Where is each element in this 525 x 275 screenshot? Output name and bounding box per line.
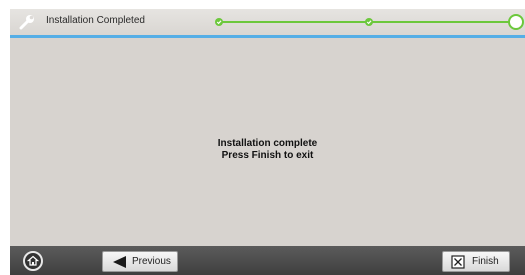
completion-message: Installation complete Press Finish to ex…: [10, 138, 525, 162]
step-3-current: [508, 14, 524, 30]
message-line-1: Installation complete: [217, 138, 318, 149]
wrench-icon: [19, 15, 34, 30]
page-title: Installation Completed: [46, 15, 145, 26]
previous-label: Previous: [132, 256, 171, 267]
home-icon: [27, 255, 39, 266]
step-2-done: [365, 18, 373, 26]
close-box-icon: [451, 255, 465, 269]
finish-label: Finish: [472, 256, 499, 267]
header-bar: Installation Completed: [10, 9, 525, 38]
progress-indicator: [215, 14, 524, 30]
arrow-left-icon: [113, 256, 126, 268]
previous-button[interactable]: Previous: [102, 251, 178, 272]
message-line-2: Press Finish to exit: [221, 150, 314, 161]
install-window: Installation Completed Installation comp…: [10, 9, 525, 275]
footer-bar: Previous Finish: [10, 246, 525, 275]
content-area: Installation complete Press Finish to ex…: [10, 38, 525, 246]
finish-button[interactable]: Finish: [442, 251, 510, 272]
step-1-done: [215, 18, 223, 26]
home-button[interactable]: [23, 251, 43, 271]
